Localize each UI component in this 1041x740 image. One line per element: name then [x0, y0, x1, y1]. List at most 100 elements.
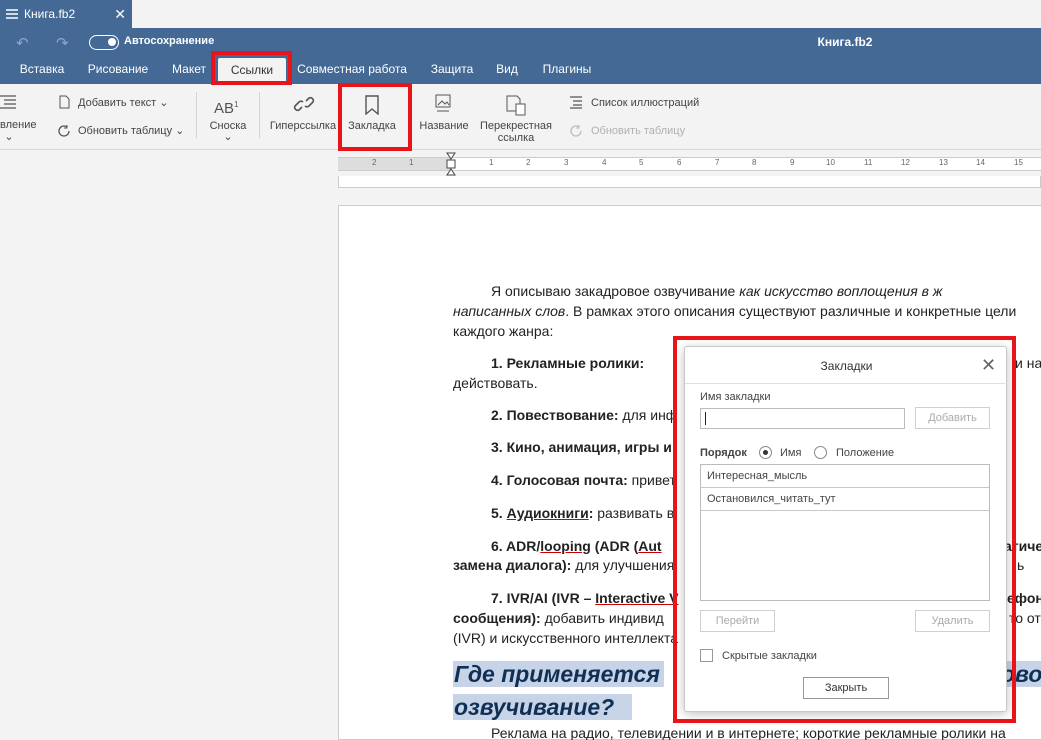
- tab-draw[interactable]: Рисование: [80, 55, 156, 84]
- list-item: 7. IVR/AI (IVR – Interactive V: [491, 589, 679, 607]
- list-item-bold: замена диалога):: [453, 557, 572, 573]
- menu-icon[interactable]: [6, 9, 18, 19]
- list-item: 1. Рекламные ролики:: [491, 354, 644, 372]
- previous-page-edge: [338, 176, 1041, 188]
- cross-reference-icon[interactable]: [505, 94, 527, 116]
- table-of-contents-icon[interactable]: [0, 94, 18, 110]
- list-item-text: для улучшения: [571, 557, 675, 573]
- tab-layout[interactable]: Макет: [162, 55, 216, 84]
- toc-chevron-icon[interactable]: ⌄: [4, 131, 14, 143]
- section-heading: Где применяется: [453, 659, 664, 690]
- ribbon-divider: [196, 92, 197, 138]
- ruler-number: 11: [864, 158, 873, 167]
- indent-marker-icon[interactable]: [446, 152, 456, 176]
- window-title: Книга.fb2: [817, 35, 873, 49]
- ruler-number: 14: [976, 158, 985, 167]
- list-item-bold: 3. Кино, анимация, игры и: [491, 439, 672, 455]
- list-item-text: привет: [627, 472, 676, 488]
- ruler-number: 2: [372, 158, 377, 167]
- list-item-text: добавить индивид: [540, 610, 664, 626]
- footnote-icon[interactable]: AB1: [214, 96, 238, 118]
- ruler-number: 9: [790, 158, 795, 167]
- add-text-label: Добавить текст: [78, 97, 157, 109]
- highlight-box-dialog: [673, 336, 1016, 723]
- list-item: 4. Голосовая почта: привет: [491, 471, 676, 489]
- caption-button[interactable]: Название: [416, 120, 472, 132]
- ruler-number: 1: [409, 158, 414, 167]
- list-item-bold: (ADR (: [590, 538, 639, 554]
- update-table-button[interactable]: Обновить таблицу ⌄: [78, 125, 184, 137]
- figure-list-icon: [570, 96, 582, 109]
- cross-reference-label-2: ссылка: [497, 132, 535, 144]
- tab-view[interactable]: Вид: [488, 55, 526, 84]
- caption-icon[interactable]: [434, 94, 452, 114]
- section-heading-line2: озвучивание?: [453, 692, 633, 723]
- document-tab-name: Книга.fb2: [24, 7, 76, 21]
- ruler-number: 4: [602, 158, 607, 167]
- header-toolbar: ↶ ↷ Автосохранение Книга.fb2: [0, 28, 1041, 55]
- hyperlink-button[interactable]: Гиперссылка: [268, 120, 338, 132]
- figure-list-button[interactable]: Список иллюстраций: [591, 97, 699, 109]
- ruler-number: 8: [752, 158, 757, 167]
- add-text-icon: [59, 95, 70, 109]
- tab-protection[interactable]: Защита: [422, 55, 482, 84]
- ruler-number: 13: [939, 158, 948, 167]
- heading-text: Где применяется: [453, 661, 664, 687]
- update-figure-table-button[interactable]: Обновить таблицу: [591, 125, 685, 137]
- list-item-continuation: замена диалога): для улучшения: [453, 556, 674, 574]
- ruler-number: 1: [489, 158, 494, 167]
- list-item-bold: 7. IVR/AI (IVR –: [491, 590, 596, 606]
- document-tab[interactable]: Книга.fb2 ✕: [0, 0, 132, 28]
- cross-reference-label-1: Перекрестная: [480, 120, 552, 132]
- highlight-box-references-tab: [211, 51, 292, 85]
- autosave-toggle[interactable]: [89, 35, 119, 50]
- list-item-tail: и на: [1015, 355, 1041, 371]
- paragraph-line: каждого жанра:: [453, 323, 554, 339]
- heading-text: озвучивание?: [453, 694, 633, 720]
- list-item-bold: 1. Рекламные ролики:: [491, 355, 645, 371]
- refresh-disabled-icon: [570, 125, 582, 137]
- list-item-continuation: (IVR) и искусственного интеллекта: [453, 630, 678, 646]
- list-item-link: Aut: [638, 538, 662, 554]
- add-text-button[interactable]: Добавить текст ⌄: [78, 97, 168, 109]
- horizontal-ruler[interactable]: 2 1 1 2 3 4 5 6 7 8 9 10 11 12 13 14 15: [338, 152, 1041, 176]
- cross-reference-button[interactable]: Перекрестная ссылка: [478, 120, 554, 144]
- table-of-contents-button[interactable]: вление: [0, 119, 40, 131]
- ribbon-toolbar: вление ⌄ Добавить текст ⌄ Обновить табли…: [0, 84, 1041, 150]
- paragraph-text: . В рамках этого описания существуют раз…: [565, 303, 1017, 319]
- update-table-label: Обновить таблицу: [78, 125, 173, 137]
- menu-tabs: Вставка Рисование Макет Ссылки Совместна…: [0, 55, 1041, 84]
- paragraph-italic: как искусство воплощения в ж: [739, 283, 943, 299]
- title-tab-strip: Книга.fb2 ✕: [0, 0, 1041, 28]
- footnote-icon-glyph: AB: [214, 100, 235, 117]
- footnote-chevron-icon[interactable]: ⌄: [222, 131, 234, 143]
- paragraph-line: Реклама на радио, телевидении и в интерн…: [491, 725, 1006, 740]
- ruler-number: 15: [1014, 158, 1023, 167]
- close-tab-icon[interactable]: ✕: [114, 6, 126, 23]
- ruler-number: 7: [715, 158, 720, 167]
- app-header: ↶ ↷ Автосохранение Книга.fb2 Вставка Рис…: [0, 28, 1041, 84]
- list-item-bold: 4. Голосовая почта:: [491, 472, 628, 488]
- hyperlink-icon[interactable]: [292, 94, 316, 114]
- list-item: 5. Аудиокниги: развивать в: [491, 504, 674, 522]
- list-item-continuation: сообщения): добавить индивид: [453, 609, 664, 627]
- paragraph-text: Я описываю закадровое озвучивание: [491, 283, 740, 299]
- tab-plugins[interactable]: Плагины: [534, 55, 600, 84]
- undo-icon[interactable]: ↶: [16, 34, 29, 52]
- tab-insert[interactable]: Вставка: [10, 55, 74, 84]
- ruler-strip: 2 1 1 2 3 4 5 6 7 8 9 10 11 12 13 14 15: [338, 157, 1041, 171]
- paragraph-line: Я описываю закадровое озвучивание как ис…: [491, 282, 942, 300]
- list-item-number: 5.: [491, 505, 507, 521]
- autosave-label: Автосохранение: [124, 35, 215, 47]
- list-item-bold: сообщения):: [453, 610, 541, 626]
- ruler-number: 5: [639, 158, 644, 167]
- list-item-link: Interactive V: [595, 590, 679, 606]
- list-item: 6. ADR/looping (ADR (Aut: [491, 537, 662, 555]
- refresh-icon: [58, 125, 70, 137]
- list-item-tail: ь: [1017, 557, 1025, 573]
- list-item-bold: 6. ADR/: [491, 538, 541, 554]
- tab-collaboration[interactable]: Совместная работа: [290, 55, 414, 84]
- list-item-continuation: действовать.: [453, 375, 538, 391]
- redo-icon[interactable]: ↷: [56, 34, 69, 52]
- paragraph-italic: написанных слов: [453, 303, 566, 319]
